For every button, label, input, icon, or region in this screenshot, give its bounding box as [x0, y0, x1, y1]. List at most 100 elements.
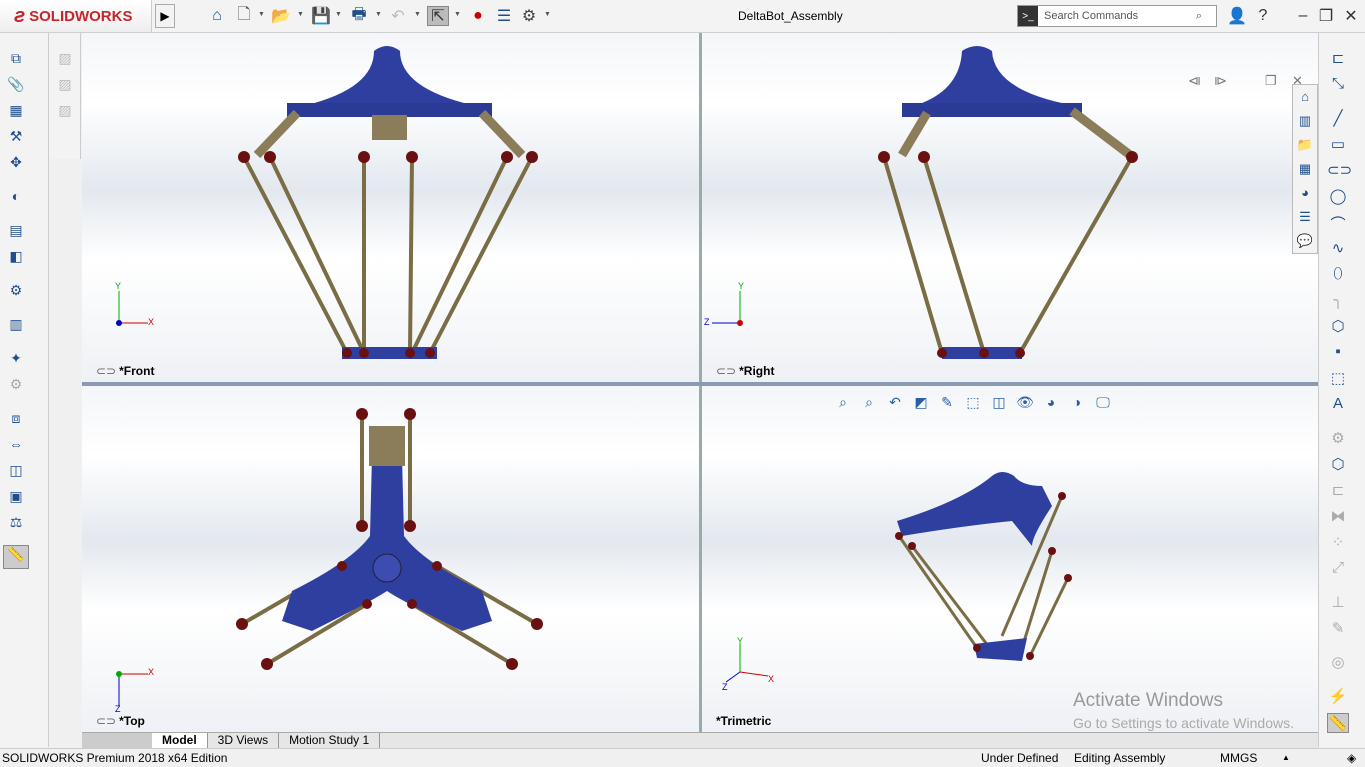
solidworks-logo[interactable]: ƨ SOLIDWORKS [0, 0, 152, 32]
display-style-icon[interactable]: ◫ [988, 394, 1010, 411]
move-entities-icon[interactable]: ⤢ [1327, 559, 1349, 579]
zoom-to-fit-icon[interactable]: ⌕ [832, 394, 854, 411]
new-document-icon[interactable]: 🗋 [233, 6, 255, 26]
edit-component-icon[interactable]: ▨ [55, 50, 75, 68]
mate-icon[interactable]: 📎 [6, 76, 26, 94]
display-relations-icon[interactable]: ⊥ [1327, 593, 1349, 613]
restore-icon[interactable]: ❐ [1315, 6, 1337, 26]
sketch-icon[interactable]: ⊏ [1327, 49, 1349, 69]
rectangle-icon[interactable]: ▭ [1327, 135, 1349, 155]
linear-pattern-icon[interactable]: ▦ [6, 102, 26, 120]
mirror-entities-icon[interactable]: ⧓ [1327, 507, 1349, 527]
previous-view-icon[interactable]: ⧏ [1188, 73, 1201, 89]
view-orientation-icon[interactable]: ⬚ [962, 394, 984, 411]
close-icon[interactable]: ✕ [1340, 6, 1362, 26]
text-icon[interactable]: A [1327, 395, 1349, 415]
move-component-icon[interactable]: ✥ [6, 154, 26, 172]
exploded-view-icon[interactable]: ✦ [6, 350, 26, 368]
centerline-icon[interactable]: ⬚ [1327, 369, 1349, 389]
assembly-features-icon[interactable]: ▤ [6, 222, 26, 240]
linear-sketch-pattern-icon[interactable]: ⁘ [1327, 533, 1349, 553]
clearance-verification-icon[interactable]: ⇔ [6, 436, 26, 454]
tab-model[interactable]: Model [152, 733, 208, 748]
reference-geometry-icon[interactable]: ◧ [6, 248, 26, 266]
tab-motion-study-1[interactable]: Motion Study 1 [279, 733, 381, 748]
interference-detection-icon[interactable]: ⧈ [6, 410, 26, 428]
slot-icon[interactable]: ⊂⊃ [1327, 161, 1352, 181]
edit-appearance-icon[interactable]: ◕ [1040, 394, 1062, 410]
select-icon[interactable]: ⇱ [427, 6, 449, 26]
rapid-sketch-icon[interactable]: ⚡ [1327, 687, 1349, 707]
spline-icon[interactable]: ∿ [1327, 239, 1349, 259]
options-icon[interactable]: ⚙ [518, 6, 540, 26]
chevron-down-icon[interactable]: ▼ [297, 11, 304, 18]
file-explorer-icon[interactable]: 📁 [1293, 133, 1317, 157]
search-commands-input[interactable]: >_ Search Commands ⌕ [1017, 5, 1217, 27]
search-icon[interactable]: ⌕ [1196, 10, 1202, 23]
view-settings-icon[interactable]: 🖵 [1092, 394, 1114, 411]
tab-scroll-buttons[interactable] [82, 733, 152, 748]
rebuild-icon[interactable]: ● [467, 6, 489, 26]
quick-snaps-icon[interactable]: ◎ [1327, 653, 1349, 673]
chevron-down-icon[interactable]: ▼ [375, 11, 382, 18]
zoom-to-area-icon[interactable]: ⌕ [858, 394, 880, 411]
chevron-up-icon[interactable]: ▲ [1282, 749, 1290, 767]
undo-icon[interactable]: ↶ [387, 6, 409, 26]
solidworks-resources-icon[interactable]: ⌂ [1293, 85, 1317, 109]
dynamic-annotation-icon[interactable]: ✎ [936, 394, 958, 411]
chevron-down-icon[interactable]: ▼ [414, 11, 421, 18]
view-palette-icon[interactable]: ▦ [1293, 157, 1317, 181]
mass-properties-icon[interactable]: ⚖ [6, 514, 26, 532]
hole-alignment-icon[interactable]: ◫ [6, 462, 26, 480]
instant3d-icon[interactable]: 📏 [3, 545, 29, 569]
viewport-trimetric[interactable]: ⌕ ⌕ ↶ ◩ ✎ ⬚ ◫ 👁 ◕ ◑ 🖵 Y X Z *Trimetric [702, 386, 1318, 732]
instant2d-icon[interactable]: 📏 [1327, 713, 1349, 733]
restore-view-icon[interactable]: ❐ [1265, 73, 1277, 89]
chevron-down-icon[interactable]: ▼ [544, 11, 551, 18]
save-icon[interactable]: 💾 [310, 6, 332, 26]
line-icon[interactable]: ╱ [1327, 109, 1349, 129]
expand-menu-button[interactable]: ▶ [155, 4, 175, 28]
smart-fasteners-icon[interactable]: ⚒ [6, 128, 26, 146]
show-hidden-icon[interactable]: ◐ [6, 188, 26, 206]
bill-of-materials-icon[interactable]: ▥ [6, 316, 26, 334]
annotation-icon[interactable]: ▨ [55, 102, 75, 120]
home-icon[interactable]: ⌂ [206, 6, 228, 26]
user-icon[interactable]: 👤 [1226, 6, 1248, 26]
apply-scene-icon[interactable]: ◑ [1066, 394, 1088, 410]
units-selector[interactable]: MMGS [1220, 749, 1257, 767]
file-properties-icon[interactable]: ☰ [493, 6, 515, 26]
repair-sketch-icon[interactable]: ✎ [1327, 619, 1349, 639]
viewport-splitter-horizontal[interactable] [82, 382, 1318, 386]
new-motion-study-icon[interactable]: ⚙ [6, 282, 26, 300]
minimize-icon[interactable]: – [1292, 6, 1314, 26]
tab-3d-views[interactable]: 3D Views [208, 733, 280, 748]
section-view-icon[interactable]: ◩ [910, 394, 932, 411]
polygon-icon[interactable]: ⬡ [1327, 317, 1349, 337]
appearances-icon[interactable]: ◕ [1293, 181, 1317, 205]
point-icon[interactable]: ▪ [1327, 343, 1349, 363]
forum-icon[interactable]: 💬 [1293, 229, 1317, 253]
customize-icon[interactable]: ◈ [1347, 749, 1356, 767]
smart-dimension-icon[interactable]: ⤡ [1327, 75, 1349, 95]
insert-components-icon[interactable]: ⧉ [6, 50, 26, 68]
ellipse-icon[interactable]: ⬯ [1327, 265, 1349, 285]
help-icon[interactable]: ? [1252, 6, 1274, 26]
next-view-icon[interactable]: ⧐ [1214, 73, 1227, 89]
viewport-front[interactable]: Y X ⊂⊃ *Front [82, 33, 699, 382]
open-icon[interactable]: 📂 [270, 6, 292, 26]
previous-view-icon[interactable]: ↶ [884, 394, 906, 411]
viewport-top[interactable]: X Z ⊂⊃ *Top [82, 386, 699, 732]
measure-icon[interactable]: ▣ [6, 488, 26, 506]
sketch-icon[interactable]: ▨ [55, 76, 75, 94]
arc-icon[interactable]: ⌒ [1327, 213, 1349, 233]
plane-icon[interactable]: ⚙ [1327, 429, 1349, 449]
fillet-icon[interactable]: ╮ [1327, 291, 1349, 311]
chevron-down-icon[interactable]: ▼ [454, 11, 461, 18]
offset-entities-icon[interactable]: ⊏ [1327, 481, 1349, 501]
chevron-down-icon[interactable]: ▼ [335, 11, 342, 18]
chevron-down-icon[interactable]: ▼ [258, 11, 265, 18]
3d-sketch-icon[interactable]: ⬡ [1327, 455, 1349, 475]
custom-properties-icon[interactable]: ☰ [1293, 205, 1317, 229]
explode-line-sketch-icon[interactable]: ⚙ [6, 376, 26, 394]
